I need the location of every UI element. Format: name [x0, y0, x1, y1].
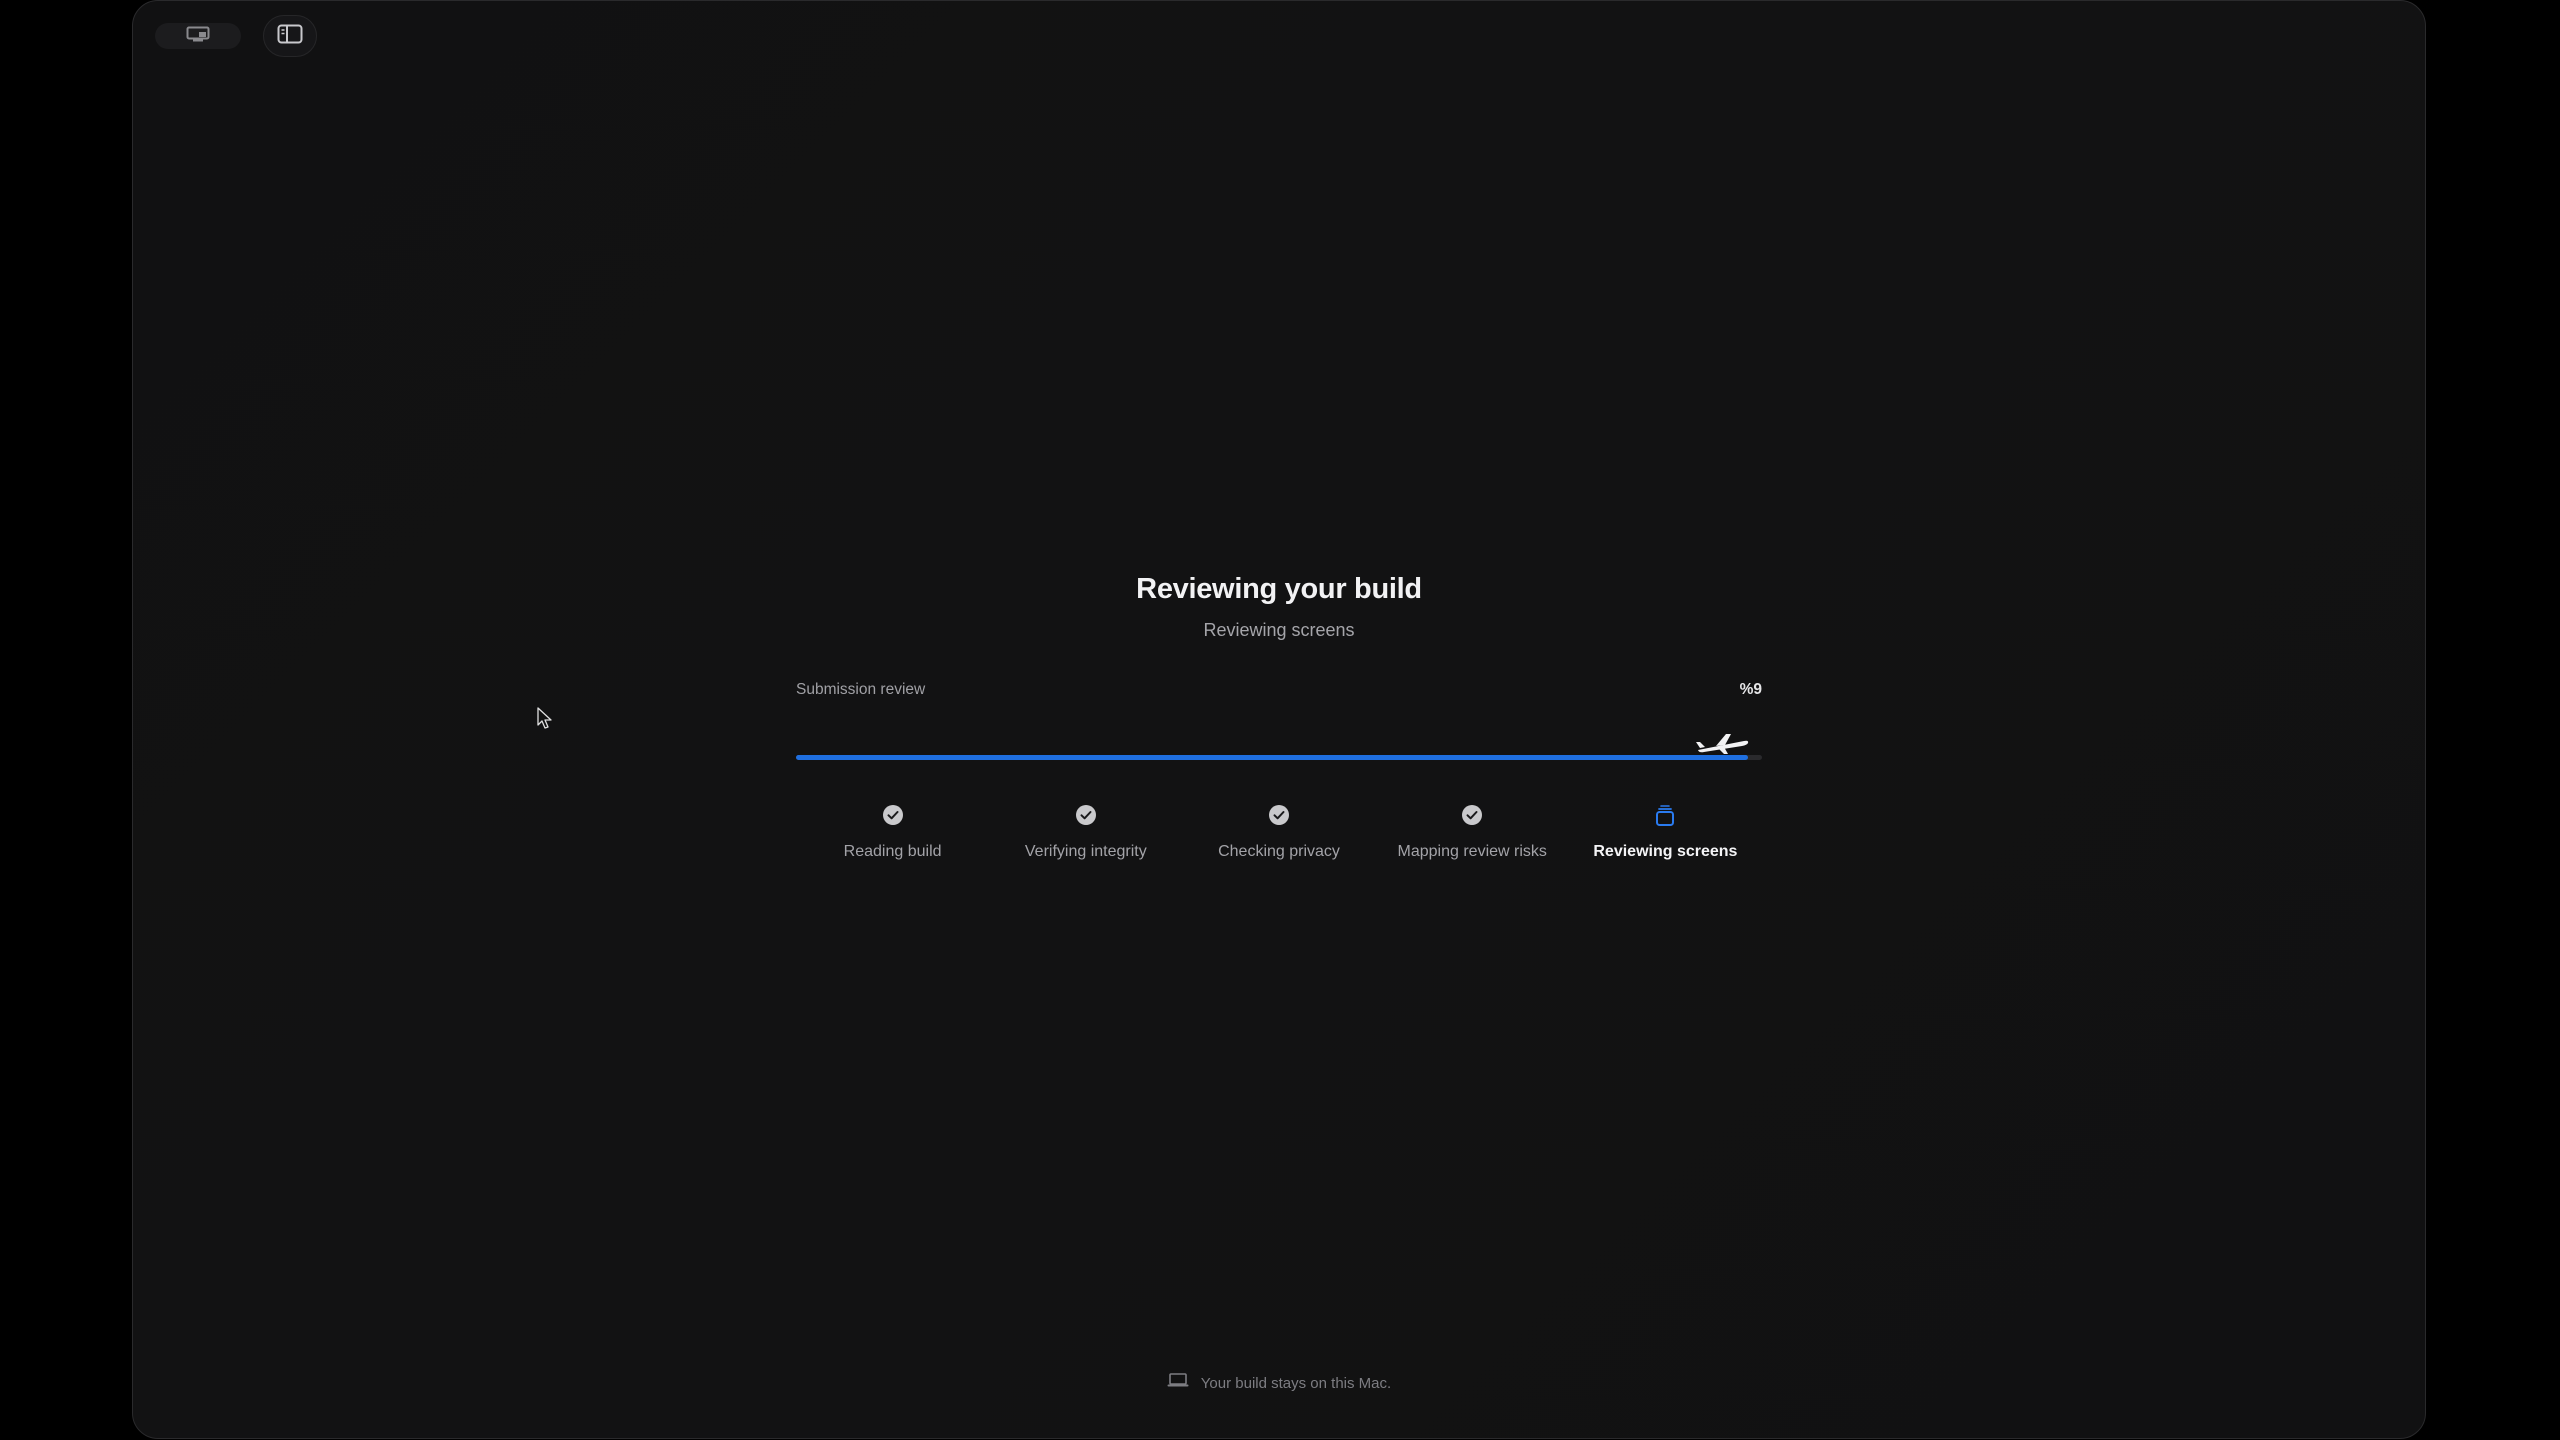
step-label: Checking privacy	[1218, 843, 1340, 860]
step-label: Reading build	[843, 843, 942, 860]
mouse-pointer-icon	[536, 706, 554, 735]
progress-percent: %9	[1739, 681, 1762, 698]
step-item: Reading build	[796, 803, 989, 883]
app-window: Reviewing your build Reviewing screens S…	[132, 0, 2426, 1439]
checkmark-circle-icon	[1461, 804, 1483, 826]
step-label: Reviewing screens	[1593, 843, 1738, 860]
checkmark-circle-icon	[882, 804, 904, 826]
step-item: Verifying integrity	[989, 803, 1182, 883]
step-item: Mapping review risks	[1376, 803, 1569, 883]
step-label: Mapping review risks	[1397, 843, 1547, 860]
footer-text: Your build stays on this Mac.	[1200, 1375, 1392, 1392]
progress-track	[796, 755, 1762, 760]
checkmark-circle-icon	[1268, 804, 1290, 826]
sidebar-toggle-button[interactable]	[263, 15, 317, 57]
sidebar-toggle-icon	[277, 24, 303, 49]
progress-label: Submission review	[796, 681, 926, 698]
step-item: Reviewing screens	[1569, 803, 1762, 883]
display-toggle[interactable]	[155, 23, 241, 49]
header: Reviewing your build Reviewing screens	[133, 573, 2425, 641]
stacked-screens-icon	[1654, 804, 1676, 826]
laptop-icon	[1167, 1373, 1189, 1391]
step-item: Checking privacy	[1182, 803, 1375, 883]
page-subtitle: Reviewing screens	[1203, 620, 1355, 640]
progress-fill	[796, 755, 1748, 760]
checkmark-circle-icon	[1075, 804, 1097, 826]
airplane-icon	[1694, 733, 1750, 760]
display-icon	[186, 26, 210, 47]
step-label: Verifying integrity	[1024, 843, 1147, 860]
footer: Your build stays on this Mac.	[133, 1373, 2425, 1393]
page-title: Reviewing your build	[1136, 573, 1422, 605]
step-list: Reading build Verifying integrity Checking…	[796, 803, 1762, 883]
